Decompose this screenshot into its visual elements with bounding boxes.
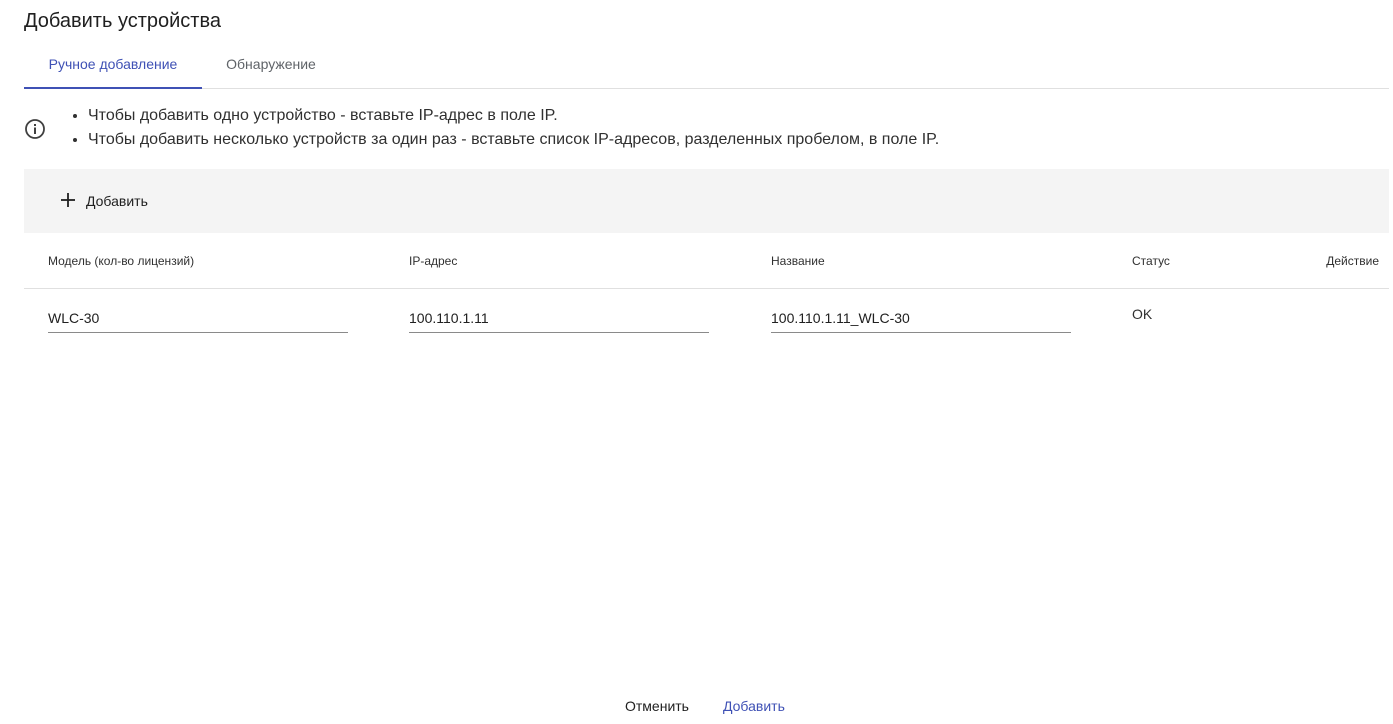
- table-toolbar: Добавить: [24, 169, 1389, 233]
- info-line: Чтобы добавить несколько устройств за од…: [88, 128, 939, 152]
- plus-icon: [60, 192, 76, 211]
- tab-discovery[interactable]: Обнаружение: [202, 44, 340, 88]
- info-block: Чтобы добавить одно устройство - вставьт…: [24, 104, 1389, 156]
- column-header-name: Название: [771, 254, 825, 268]
- table-row: OK: [24, 289, 1389, 345]
- ip-input[interactable]: [409, 307, 709, 329]
- tab-manual-add[interactable]: Ручное добавление: [24, 44, 202, 89]
- column-header-model: Модель (кол-во лицензий): [48, 254, 195, 268]
- info-icon: [24, 118, 46, 140]
- info-line: Чтобы добавить одно устройство - вставьт…: [88, 104, 939, 128]
- model-field: [48, 307, 348, 333]
- column-header-ip: IP-адрес: [409, 254, 458, 268]
- confirm-add-button[interactable]: Добавить: [723, 694, 785, 718]
- tab-bar: Ручное добавление Обнаружение: [24, 44, 1389, 89]
- add-row-label: Добавить: [86, 193, 148, 209]
- name-field: [771, 307, 1071, 333]
- cancel-button[interactable]: Отменить: [625, 694, 689, 718]
- add-devices-dialog: Добавить устройства Ручное добавление Об…: [0, 0, 1393, 724]
- dialog-title: Добавить устройства: [24, 10, 221, 32]
- status-text: OK: [1132, 306, 1153, 322]
- column-header-action: Действие: [1326, 254, 1379, 268]
- ip-field: [409, 307, 709, 333]
- column-header-status: Статус: [1132, 254, 1170, 268]
- info-list: Чтобы добавить одно устройство - вставьт…: [70, 104, 939, 152]
- add-row-button[interactable]: Добавить: [50, 183, 158, 219]
- name-input[interactable]: [771, 307, 1071, 329]
- table-header: Модель (кол-во лицензий) IP-адрес Назван…: [24, 233, 1389, 289]
- model-input[interactable]: [48, 307, 348, 329]
